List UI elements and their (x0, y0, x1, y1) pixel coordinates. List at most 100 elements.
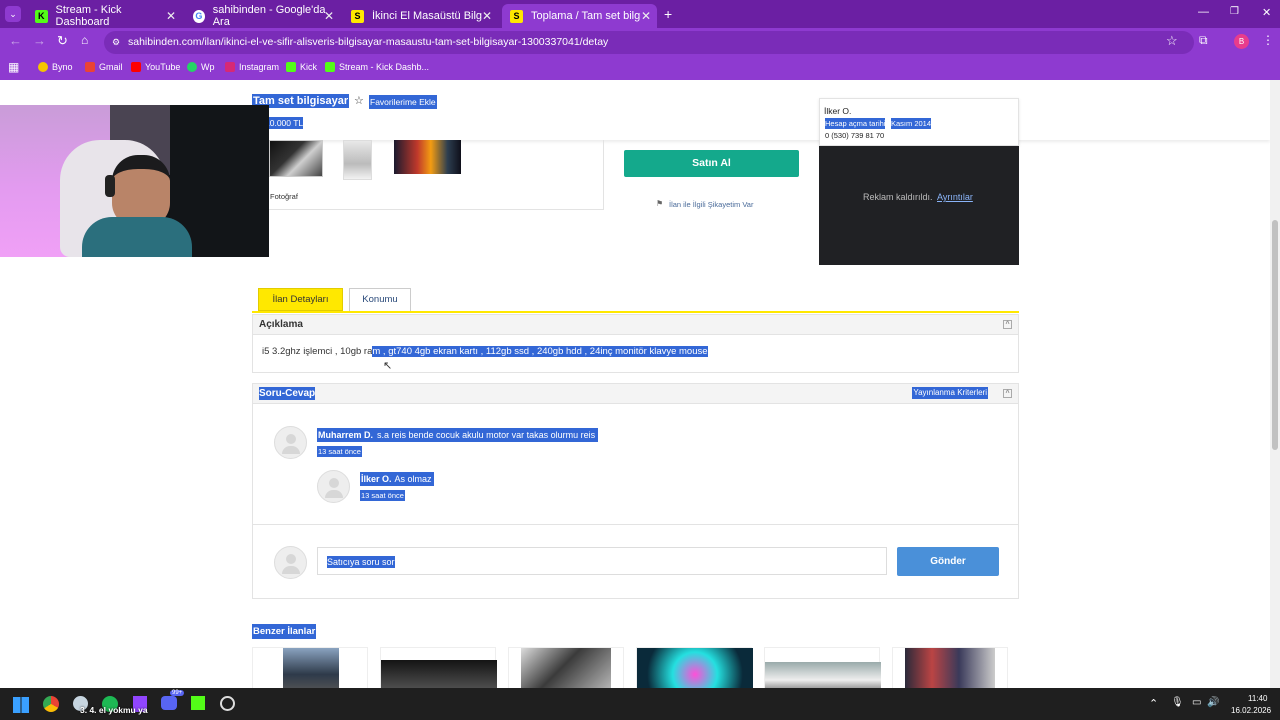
volume-icon[interactable]: 🔊 (1207, 697, 1219, 708)
flag-icon: ⚑ (656, 199, 664, 208)
url-field[interactable]: ⚙ sahibinden.com/ilan/ikinci-el-ve-sifir… (104, 31, 1194, 54)
account-since-label: Hesap açma tarihi (825, 118, 886, 129)
answer-text: As olmaz (392, 472, 434, 486)
seller-name[interactable]: İlker O. (824, 106, 851, 116)
similar-listing-card[interactable] (380, 647, 497, 688)
similar-listing-image (765, 662, 881, 688)
answer-author[interactable]: İlker O. (360, 472, 393, 486)
reload-icon[interactable]: ↻ (57, 33, 68, 49)
buy-button[interactable]: Satın Al (624, 150, 799, 177)
web-page: Tam set bilgisayar ☆ Favorilerime Ekle 1… (0, 80, 1280, 688)
close-window-button[interactable]: ✕ (1262, 6, 1271, 19)
bookmark-youtube[interactable]: YouTube (131, 62, 180, 72)
add-favorite-link[interactable]: Favorilerime Ekle (369, 95, 437, 109)
google-icon: G (193, 9, 205, 23)
qa-panel: Soru-Cevap Yayınlanma Kriterleri ^ Muhar… (252, 383, 1019, 599)
bookmark-star-icon[interactable]: ☆ (1166, 33, 1178, 49)
minimize-button[interactable]: — (1198, 6, 1209, 18)
tab-location[interactable]: Konumu (349, 288, 411, 311)
question-author[interactable]: Muharrem D. (317, 428, 375, 442)
favorite-star-icon[interactable]: ☆ (354, 94, 364, 107)
ad-removed-text: Reklam kaldırıldı. (863, 192, 933, 202)
answer-line: İlker O. As olmaz (360, 472, 434, 486)
kick-icon (286, 62, 296, 72)
thumbnail-photo[interactable] (269, 140, 323, 177)
windows-start-icon[interactable] (13, 697, 29, 713)
close-icon[interactable]: ✕ (641, 9, 651, 23)
clock-date[interactable]: 16.02.2026 (1231, 706, 1271, 715)
account-since-value: Kasım 2014 (891, 118, 932, 129)
bookmarks-bar: ▦ Byno Gmail YouTube Wp Instagram Kick S… (0, 56, 1280, 80)
complaint-link[interactable]: İlan ile İlgili Şikayetim Var (669, 200, 753, 209)
ad-details-link[interactable]: Ayrıntılar (937, 192, 973, 202)
home-icon[interactable]: ⌂ (81, 33, 88, 47)
tab-sahibinden-listing[interactable]: S Toplama / Tam set bilgisayar sa... ✕ (502, 4, 657, 28)
similar-listing-card[interactable] (252, 647, 368, 688)
similar-listing-card[interactable] (764, 647, 881, 688)
tray-chevron-icon[interactable]: ⌃ (1149, 697, 1158, 710)
kick-taskbar-icon[interactable] (191, 696, 205, 710)
question-time: 13 saat önce (317, 446, 362, 457)
notification-badge: 99+ (170, 690, 185, 696)
new-tab-button[interactable]: + (664, 6, 672, 22)
kick-icon (325, 62, 335, 72)
listing-price: 10.000 TL (265, 117, 304, 129)
stream-overlay-text: 3. 4. el yokmu ya (80, 705, 148, 715)
seller-card: İlker O. Hesap açma tarihi Kasım 2014 0 … (819, 98, 1019, 146)
close-icon[interactable]: ✕ (324, 9, 334, 23)
thumbnail-photo[interactable] (394, 140, 461, 174)
description-heading: Açıklama ^ (253, 315, 1018, 335)
similar-listing-card[interactable] (636, 647, 753, 688)
publishing-criteria-link[interactable]: Yayınlanma Kriterleri (912, 387, 988, 399)
tab-listing-details[interactable]: İlan Detayları (258, 288, 343, 311)
bookmark-stream-kick[interactable]: Stream - Kick Dashb... (325, 62, 429, 72)
qa-divider (253, 524, 1018, 525)
similar-listing-card[interactable] (508, 647, 624, 688)
ad-placeholder: Reklam kaldırıldı. Ayrıntılar (819, 146, 1019, 265)
scrollbar-thumb[interactable] (1272, 220, 1278, 450)
tab-search-button[interactable]: ⌄ (5, 6, 21, 22)
menu-icon[interactable]: ⋮ (1262, 33, 1274, 47)
tab-kick-dashboard[interactable]: K Stream - Kick Dashboard ✕ (27, 4, 182, 28)
bookmark-instagram[interactable]: Instagram (225, 62, 279, 72)
seller-phone: 0 (530) 739 81 70 (825, 131, 885, 140)
bookmark-byno[interactable]: Byno (38, 62, 73, 72)
tab-google-search[interactable]: G sahibinden - Google'da Ara ✕ (185, 4, 340, 28)
clock-time[interactable]: 11:40 (1248, 694, 1267, 703)
collapse-icon[interactable]: ^ (1003, 389, 1012, 398)
restore-button[interactable]: ❐ (1230, 6, 1239, 17)
discord-taskbar-icon[interactable] (161, 696, 177, 710)
photo-label: Fotoğraf (270, 192, 298, 201)
bookmark-gmail[interactable]: Gmail (85, 62, 123, 72)
obs-taskbar-icon[interactable] (220, 696, 235, 711)
bookmark-kick[interactable]: Kick (286, 62, 317, 72)
question-text: s.a reis bende cocuk akulu motor var tak… (374, 428, 599, 442)
chrome-taskbar-icon[interactable] (43, 696, 59, 712)
back-icon[interactable]: ← (9, 33, 22, 48)
forward-icon[interactable]: → (33, 33, 46, 48)
site-info-icon[interactable]: ⚙ (112, 31, 120, 54)
profile-avatar[interactable]: B (1234, 34, 1249, 49)
qa-heading: Soru-Cevap Yayınlanma Kriterleri ^ (253, 384, 1018, 404)
whatsapp-icon (187, 62, 197, 72)
question-input[interactable]: Satıcıya soru sor (317, 547, 887, 575)
extensions-icon[interactable]: ⧉ (1199, 33, 1208, 48)
avatar (274, 426, 307, 459)
avatar (317, 470, 350, 503)
mouse-cursor-icon: ↖ (383, 360, 393, 372)
sahibinden-icon: S (510, 9, 523, 23)
close-icon[interactable]: ✕ (166, 9, 176, 23)
bookmark-whatsapp[interactable]: Wp (187, 62, 215, 72)
send-button[interactable]: Gönder (897, 547, 999, 576)
collapse-icon[interactable]: ^ (1003, 320, 1012, 329)
thumbnail-photo[interactable] (343, 140, 372, 180)
similar-listing-card[interactable] (892, 647, 1008, 688)
description-panel: Açıklama ^ i5 3.2ghz işlemci , 10gb ram … (252, 314, 1019, 373)
apps-icon[interactable]: ▦ (8, 60, 19, 74)
page-scrollbar[interactable] (1270, 80, 1280, 688)
microphone-icon[interactable]: 🎙 (1171, 697, 1184, 708)
tab-sahibinden-category[interactable]: S İkinci El Masaüstü Bilgisayar M... ✕ (343, 4, 498, 28)
close-icon[interactable]: ✕ (482, 9, 492, 23)
tab-bar: ⌄ K Stream - Kick Dashboard ✕ G sahibind… (0, 0, 1280, 28)
network-icon[interactable]: ▭ (1192, 697, 1201, 708)
